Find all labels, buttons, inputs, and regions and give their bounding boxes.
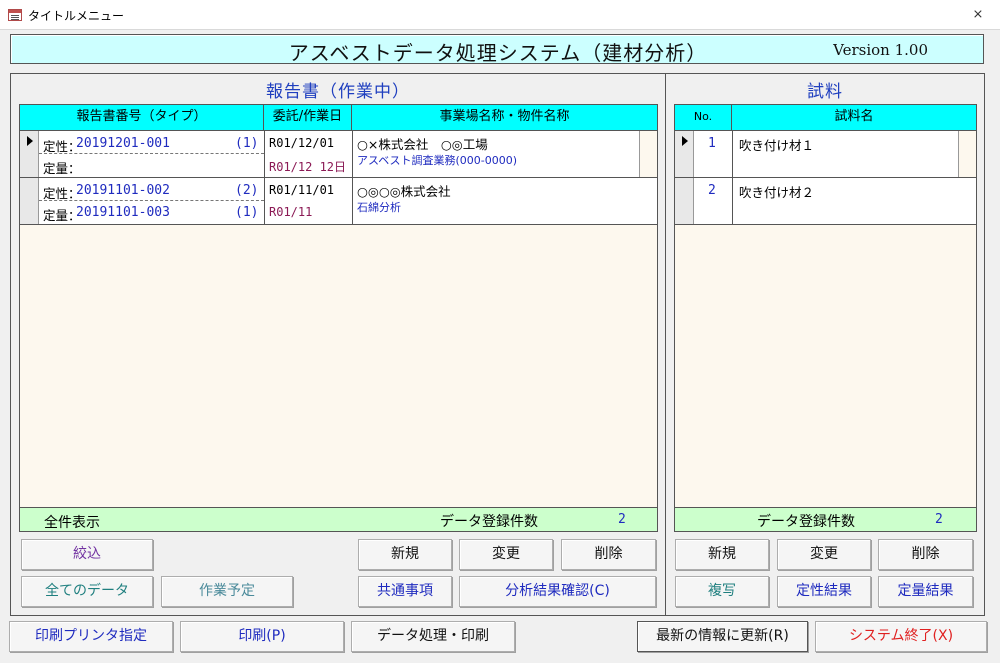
printer-select-button[interactable]: 印刷プリンタ指定 <box>9 621 173 652</box>
record-count: 2 <box>618 512 626 527</box>
current-row-pointer-icon <box>27 136 33 146</box>
sample-row[interactable]: 1 吹き付け材１ <box>675 131 976 178</box>
record-count-label: データ登録件数 <box>440 514 538 530</box>
sample-row[interactable]: 2 吹き付け材２ <box>675 178 976 225</box>
close-icon[interactable]: ⨯ <box>968 5 988 25</box>
sample-count: 2 <box>935 512 943 527</box>
quant-type: (1) <box>235 205 259 220</box>
filter-button[interactable]: 絞込 <box>21 539 153 570</box>
divider <box>352 178 353 224</box>
divider <box>264 178 265 224</box>
divider <box>352 131 353 177</box>
all-data-button[interactable]: 全てのデータ <box>21 576 153 607</box>
quant-result-button[interactable]: 定量結果 <box>878 576 973 607</box>
consign-date: R01/11/01 <box>269 183 335 197</box>
new-report-button[interactable]: 新規 <box>358 539 452 570</box>
divider <box>732 131 733 177</box>
divider <box>264 131 265 177</box>
project-name: 石綿分析 <box>357 201 401 214</box>
quant-number: 20191101-003 <box>76 205 170 220</box>
app-form-icon <box>8 9 22 21</box>
analysis-confirm-button[interactable]: 分析結果確認(C) <box>459 576 656 607</box>
row-selector[interactable] <box>675 131 694 177</box>
quant-cell[interactable]: 定量： <box>39 154 264 177</box>
exit-system-button[interactable]: システム終了(X) <box>815 621 987 652</box>
samples-grid: No. 試料名 1 吹き付け材１ 2 吹き付け材２ データ登録件数 2 <box>674 104 977 532</box>
project-name: アスベスト調査業務(000-0000) <box>357 154 517 167</box>
row-extra-cell <box>640 131 657 177</box>
edit-sample-button[interactable]: 変更 <box>777 539 871 570</box>
current-row-pointer-icon <box>682 136 688 146</box>
samples-footer: データ登録件数 2 <box>675 507 976 531</box>
samples-caption: 試料 <box>807 82 843 102</box>
window-titlebar: タイトルメニュー ⨯ <box>0 0 1000 30</box>
qual-result-button[interactable]: 定性結果 <box>777 576 871 607</box>
company-name: ○×株式会社 ○◎工場 <box>357 137 488 152</box>
qual-type: (1) <box>235 136 259 151</box>
qual-number: 20191201-001 <box>76 136 170 151</box>
work-date: R01/11 <box>269 205 313 219</box>
edit-report-button[interactable]: 変更 <box>459 539 553 570</box>
delete-report-button[interactable]: 削除 <box>561 539 656 570</box>
reports-footer: 全件表示 データ登録件数 2 <box>20 507 657 531</box>
qual-type: (2) <box>235 183 259 198</box>
quant-label: 定量： <box>43 161 81 176</box>
col-consign-date[interactable]: 委託/作業日 <box>264 105 352 131</box>
work-date: R01/12 12日 <box>269 160 347 174</box>
col-no[interactable]: No. <box>675 105 732 131</box>
copy-sample-button[interactable]: 複写 <box>675 576 769 607</box>
col-report-number[interactable]: 報告書番号（タイプ） <box>20 105 264 131</box>
company-name: ○◎○◎株式会社 <box>357 184 451 199</box>
print-button[interactable]: 印刷(P) <box>180 621 344 652</box>
table-row[interactable]: 定性： 20191201-001 (1) 定量： R01/12/01 R01/1… <box>20 131 657 178</box>
reports-grid: 報告書番号（タイプ） 委託/作業日 事業場名称・物件名称 定性： 2019120… <box>19 104 658 532</box>
row-selector[interactable] <box>20 131 39 177</box>
common-items-button[interactable]: 共通事項 <box>358 576 452 607</box>
quant-label: 定量： <box>43 208 81 223</box>
show-all-label[interactable]: 全件表示 <box>44 512 100 532</box>
sample-name: 吹き付け材１ <box>739 138 815 153</box>
qual-cell[interactable]: 定性： 20191101-002 (2) <box>39 178 264 201</box>
quant-cell[interactable]: 定量： 20191101-003 (1) <box>39 201 264 224</box>
row-extra-cell <box>959 131 976 177</box>
row-selector[interactable] <box>675 178 694 224</box>
qual-label: 定性： <box>43 186 81 201</box>
sample-no: 2 <box>708 183 716 198</box>
row-selector[interactable] <box>20 178 39 224</box>
qual-cell[interactable]: 定性： 20191201-001 (1) <box>39 131 264 154</box>
data-process-print-button[interactable]: データ処理・印刷 <box>351 621 515 652</box>
divider <box>732 178 733 224</box>
new-sample-button[interactable]: 新規 <box>675 539 769 570</box>
col-sample-name[interactable]: 試料名 <box>732 105 976 131</box>
delete-sample-button[interactable]: 削除 <box>878 539 973 570</box>
table-row[interactable]: 定性： 20191101-002 (2) 定量： 20191101-003 (1… <box>20 178 657 225</box>
header-banner: アスベストデータ処理システム（建材分析） Version 1.00 <box>10 34 984 65</box>
refresh-button[interactable]: 最新の情報に更新(R) <box>637 621 808 652</box>
version-label: Version 1.00 <box>833 41 928 59</box>
col-site-name[interactable]: 事業場名称・物件名称 <box>352 105 657 131</box>
qual-label: 定性： <box>43 139 81 154</box>
qual-number: 20191101-002 <box>76 183 170 198</box>
sample-name: 吹き付け材２ <box>739 185 815 200</box>
window-title: タイトルメニュー <box>28 9 125 23</box>
consign-date: R01/12/01 <box>269 136 335 150</box>
reports-caption: 報告書（作業中） <box>266 82 410 102</box>
sample-count-label: データ登録件数 <box>757 514 855 530</box>
sample-no: 1 <box>708 136 716 151</box>
work-schedule-button[interactable]: 作業予定 <box>161 576 293 607</box>
